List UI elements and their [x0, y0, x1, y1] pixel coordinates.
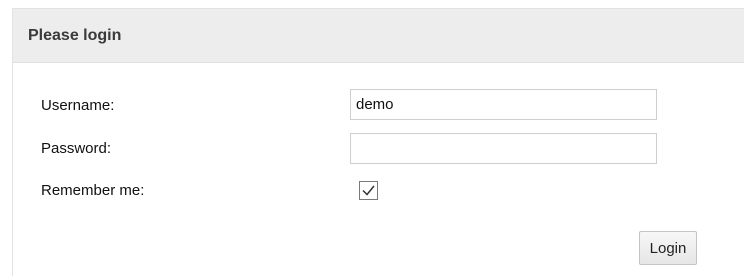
password-label: Password:: [41, 140, 112, 157]
password-input[interactable]: [350, 133, 657, 164]
remember-me-checkbox[interactable]: [359, 181, 378, 200]
login-panel: Please login Username: Password: Remembe…: [12, 8, 744, 276]
login-button[interactable]: Login: [639, 231, 697, 265]
remember-me-label: Remember me:: [41, 182, 145, 199]
checkmark-icon: [362, 185, 375, 196]
panel-title: Please login: [28, 26, 122, 44]
username-input[interactable]: [350, 89, 657, 120]
username-label: Username:: [41, 97, 115, 114]
panel-header: Please login: [13, 9, 744, 63]
